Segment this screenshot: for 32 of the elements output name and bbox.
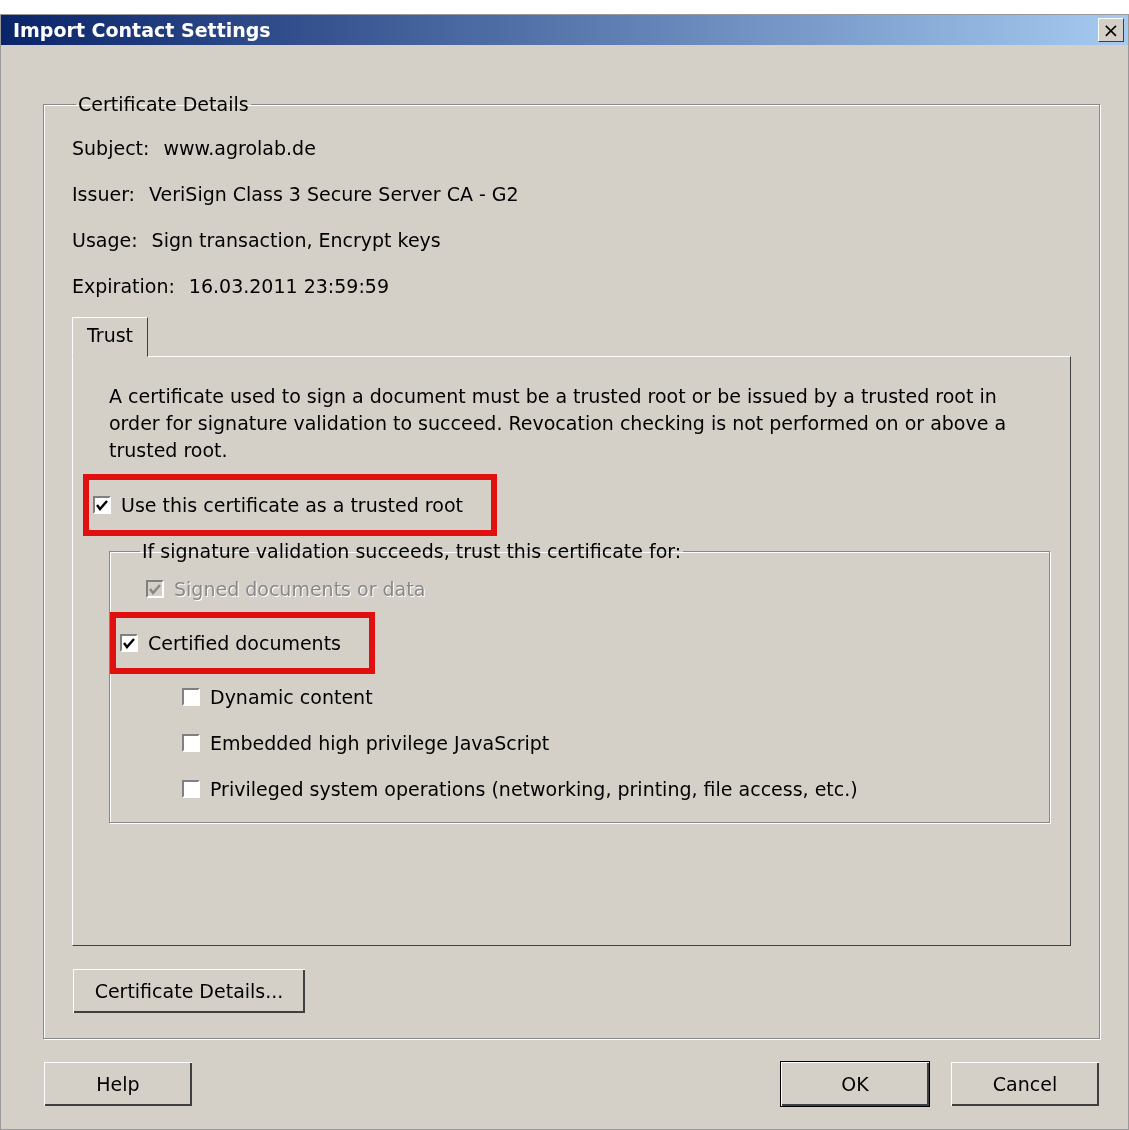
checkbox[interactable] [182, 734, 200, 752]
checkbox[interactable] [182, 780, 200, 798]
dialog-button[interactable]: Help [43, 1061, 193, 1107]
description-text: A certificate used to sign a document must be a trusted root or be issued by a trusted root in order for signature validation to succeed. Revocation checking is not performed on or above a trusted root. [109, 384, 1008, 463]
field-value: Sign transaction, Encrypt keys [151, 229, 441, 251]
checkbox-label: Privileged system operations (networking, printing, file access, etc.) [210, 778, 858, 800]
checkbox[interactable] [93, 496, 111, 514]
checkbox[interactable] [120, 634, 138, 652]
checkbox-label: Certified documents [148, 632, 341, 654]
field-label: Subject: [72, 137, 150, 159]
field-label: Usage: [72, 229, 138, 251]
group-title: If signature validation succeeds, trust this certificate for: [141, 540, 683, 562]
field-value: 16.03.2011 23:59:59 [188, 275, 389, 297]
checkbox[interactable] [182, 688, 200, 706]
field-value: www.agrolab.de [163, 137, 316, 159]
dialog-button[interactable]: Cancel [950, 1061, 1100, 1107]
checkbox-label: Embedded high privilege JavaScript [210, 732, 550, 754]
dialog-button[interactable]: OK [780, 1061, 930, 1107]
field-label: Issuer: [72, 183, 135, 205]
check-icon [149, 583, 161, 595]
field-label: Expiration: [72, 275, 175, 297]
check-icon [96, 499, 108, 511]
certificate-details-button[interactable]: Certificate Details... [72, 968, 306, 1014]
checkbox-label: Signed documents or data [174, 578, 426, 600]
checkbox-label: Use this certificate as a trusted root [121, 494, 463, 516]
tab[interactable]: Trust [72, 317, 148, 357]
field-value: VeriSign Class 3 Secure Server CA - G2 [149, 183, 519, 205]
window-title: Import Contact Settings [13, 19, 271, 41]
checkbox-label: Dynamic content [210, 686, 373, 708]
group-title: Certificate Details [77, 93, 250, 115]
check-icon [123, 637, 135, 649]
close-button[interactable]: × [1098, 18, 1124, 42]
